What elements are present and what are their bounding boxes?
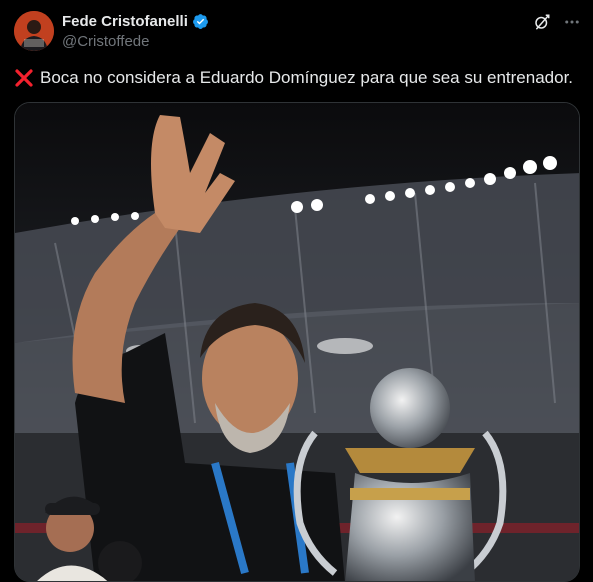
stadium-photo	[15, 103, 579, 581]
tweet-header: Fede Cristofanelli @Cristoffede	[14, 11, 581, 53]
tweet-text: Boca no considera a Eduardo Domínguez pa…	[40, 68, 574, 87]
red-cross-mark-icon	[15, 69, 33, 87]
author-avatar[interactable]	[14, 11, 54, 51]
more-options-icon[interactable]	[563, 13, 581, 31]
grok-icon[interactable]	[533, 13, 551, 31]
tweet-media[interactable]	[14, 102, 580, 582]
tweet-body: Boca no considera a Eduardo Domínguez pa…	[14, 67, 583, 89]
author-handle[interactable]: @Cristoffede	[62, 33, 209, 50]
avatar-photo	[14, 11, 54, 51]
verified-badge-icon	[192, 14, 208, 29]
author-display-name[interactable]: Fede Cristofanelli	[62, 13, 188, 30]
